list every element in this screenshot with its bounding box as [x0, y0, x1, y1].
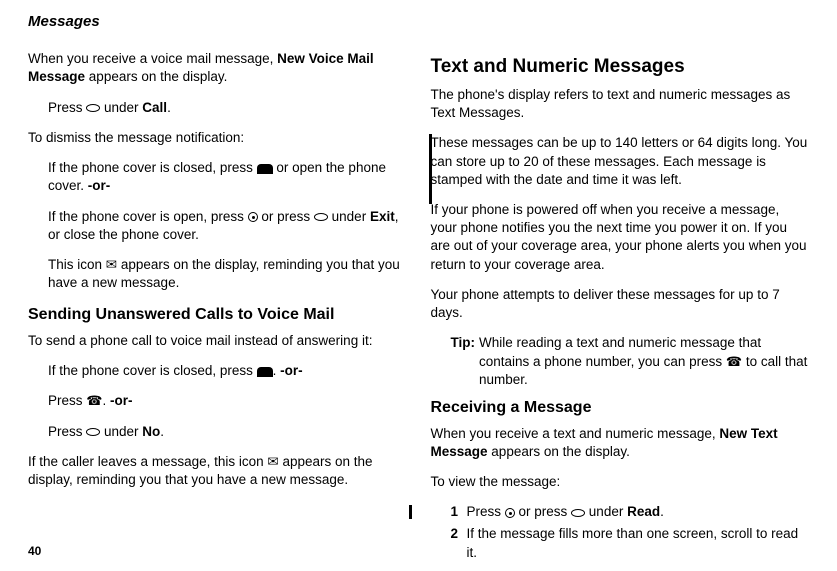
text: . — [102, 393, 110, 408]
step-number: 1 — [451, 503, 467, 521]
text-bold: Call — [142, 100, 167, 115]
softkey-icon — [571, 509, 585, 517]
text: Press — [48, 100, 86, 115]
text: If the message fills more than one scree… — [467, 525, 810, 561]
list-item: 1 Press or press under Read. — [451, 503, 810, 521]
text: If the phone cover is closed, press — [48, 363, 257, 378]
text: While reading a text and numeric message… — [479, 335, 761, 368]
step: Press ☎. -or- — [28, 392, 407, 410]
list-item: 2 If the message fills more than one scr… — [451, 525, 810, 561]
paragraph: To view the message: — [431, 473, 810, 491]
content-columns: When you receive a voice mail message, N… — [28, 50, 809, 566]
right-column: Text and Numeric Messages The phone's di… — [431, 50, 810, 566]
voicemail-icon: ✉ — [106, 257, 117, 272]
softkey-icon — [86, 428, 100, 436]
text: When you receive a text and numeric mess… — [431, 426, 720, 441]
text: under — [328, 209, 370, 224]
text: Press — [48, 424, 86, 439]
cover-button-icon — [257, 164, 273, 174]
paragraph: To send a phone call to voice mail inste… — [28, 332, 407, 350]
text: under — [585, 504, 627, 519]
paragraph: To dismiss the message notification: — [28, 129, 407, 147]
paragraph: Your phone attempts to deliver these mes… — [431, 286, 810, 322]
subheading: Receiving a Message — [431, 397, 810, 419]
tip-label: Tip: — [451, 334, 476, 389]
text-bold: Exit — [370, 209, 395, 224]
heading: Text and Numeric Messages — [431, 54, 810, 80]
tip-body: While reading a text and numeric message… — [479, 334, 809, 389]
step: If the phone cover is closed, press . -o… — [28, 362, 407, 380]
softkey-icon — [314, 213, 328, 221]
cover-button-icon — [257, 367, 273, 377]
subheading: Sending Unanswered Calls to Voice Mail — [28, 304, 407, 326]
step: This icon ✉ appears on the display, remi… — [28, 256, 407, 292]
text-bold: Read — [627, 504, 660, 519]
text: under — [100, 100, 142, 115]
text: Press — [467, 504, 505, 519]
end-call-icon: ☎ — [86, 393, 102, 408]
text: Press — [48, 393, 86, 408]
text: under — [100, 424, 142, 439]
paragraph: These messages can be up to 140 letters … — [431, 134, 810, 189]
text-bold: -or- — [88, 178, 111, 193]
text: . — [167, 100, 171, 115]
change-bar — [409, 505, 412, 519]
voicemail-icon: ✉ — [267, 454, 278, 469]
text: . — [660, 504, 664, 519]
paragraph: If your phone is powered off when you re… — [431, 201, 810, 274]
step: Press under No. — [28, 423, 407, 441]
ok-button-icon — [505, 508, 515, 518]
call-icon: ☎ — [726, 354, 742, 369]
text: If the phone cover is open, press — [48, 209, 248, 224]
step: Press under Call. — [28, 99, 407, 117]
step: If the phone cover is closed, press or o… — [28, 159, 407, 195]
tip: Tip: While reading a text and numeric me… — [431, 334, 810, 389]
ordered-list: 1 Press or press under Read. 2 If the me… — [431, 503, 810, 562]
paragraph: If the caller leaves a message, this ico… — [28, 453, 407, 489]
change-bar — [429, 134, 432, 204]
text-bold: -or- — [110, 393, 133, 408]
text: . — [160, 424, 164, 439]
paragraph: The phone's display refers to text and n… — [431, 86, 810, 122]
text: If the phone cover is closed, press — [48, 160, 257, 175]
text: appears on the display. — [488, 444, 630, 459]
text: If the caller leaves a message, this ico… — [28, 454, 267, 469]
section-header: Messages — [28, 12, 809, 32]
text: . — [273, 363, 281, 378]
text: or press — [515, 504, 571, 519]
softkey-icon — [86, 104, 100, 112]
step: If the phone cover is open, press or pre… — [28, 208, 407, 244]
text-bold: -or- — [280, 363, 303, 378]
step-number: 2 — [451, 525, 467, 561]
text: When you receive a voice mail message, — [28, 51, 277, 66]
text: or press — [258, 209, 314, 224]
left-column: When you receive a voice mail message, N… — [28, 50, 407, 566]
text: appears on the display. — [85, 69, 227, 84]
text: This icon — [48, 257, 106, 272]
paragraph: When you receive a text and numeric mess… — [431, 425, 810, 461]
ok-button-icon — [248, 212, 258, 222]
page-number: 40 — [28, 543, 41, 559]
text-bold: No — [142, 424, 160, 439]
paragraph: When you receive a voice mail message, N… — [28, 50, 407, 86]
